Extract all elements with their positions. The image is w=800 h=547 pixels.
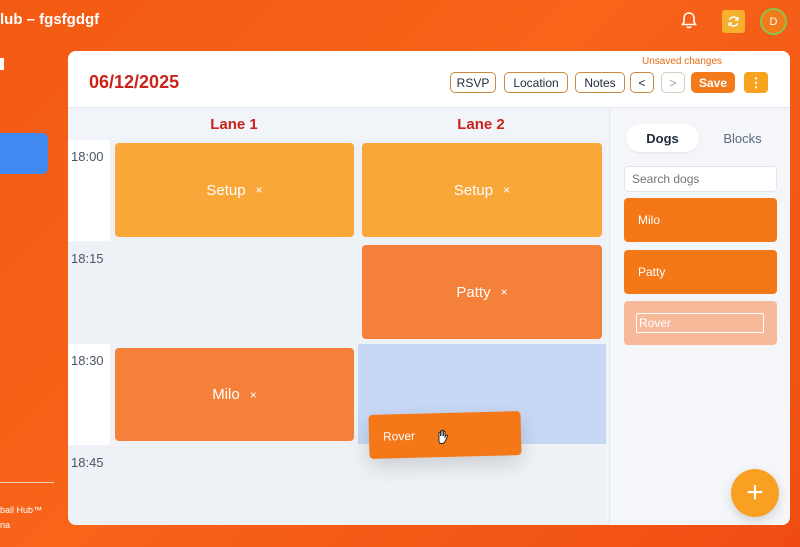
remove-event-icon[interactable]: ×: [503, 183, 510, 197]
location-button[interactable]: Location: [504, 72, 568, 93]
sidebar-fragment: [0, 58, 4, 70]
dog-item-label: Patty: [638, 265, 666, 279]
time-label: 18:45: [71, 455, 104, 470]
schedule-header: 06/12/2025 Unsaved changes RSVP Location…: [68, 51, 790, 108]
event-label: Milo: [212, 386, 240, 403]
time-cell: 18:15: [68, 242, 110, 343]
event-label: Setup: [206, 181, 246, 199]
next-button[interactable]: >: [661, 72, 685, 93]
unsaved-changes-label: Unsaved changes: [642, 56, 723, 67]
prev-button[interactable]: <: [630, 72, 654, 93]
time-cell: 18:45: [68, 446, 110, 525]
add-fab-button[interactable]: +: [731, 469, 779, 517]
event-patty-lane2[interactable]: Patty ×: [362, 245, 602, 339]
time-label: 18:00: [71, 149, 104, 164]
dogs-panel: Dogs Blocks Milo Patty Rover: [609, 108, 790, 525]
event-label: Setup: [453, 181, 494, 199]
dog-item-label: Rover: [636, 313, 764, 333]
dog-item-rover-dragging[interactable]: Rover: [624, 301, 777, 345]
time-row: [110, 446, 606, 525]
app-title: lub – fgsfgdgf: [0, 11, 100, 28]
sidebar-footer-sub: na: [0, 520, 11, 530]
event-setup-lane1[interactable]: Setup ×: [115, 143, 354, 237]
time-cell: 18:30: [68, 344, 110, 445]
dog-item-milo[interactable]: Milo: [624, 198, 777, 242]
bell-icon[interactable]: [679, 11, 699, 31]
tab-blocks[interactable]: Blocks: [706, 124, 779, 152]
more-options-button[interactable]: ⋮: [744, 72, 768, 93]
lane-header-2: Lane 2: [457, 116, 505, 133]
rsvp-button[interactable]: RSVP: [450, 72, 496, 93]
notes-button[interactable]: Notes: [575, 72, 625, 93]
user-avatar[interactable]: D: [760, 8, 787, 35]
sidebar-active-item[interactable]: [0, 133, 48, 174]
save-button[interactable]: Save: [691, 72, 735, 93]
remove-event-icon[interactable]: ×: [501, 285, 508, 299]
time-label: 18:15: [71, 251, 104, 266]
sync-button[interactable]: [722, 10, 745, 33]
remove-event-icon[interactable]: ×: [256, 183, 263, 197]
panel-tabs: Dogs Blocks: [626, 124, 776, 152]
schedule-card: 06/12/2025 Unsaved changes RSVP Location…: [68, 51, 790, 525]
event-setup-lane2[interactable]: Setup ×: [362, 143, 602, 237]
dog-item-label: Milo: [638, 213, 661, 227]
search-dogs-input[interactable]: [624, 166, 777, 192]
lane-header-1: Lane 1: [210, 116, 258, 133]
dragging-dog-label: Rover: [382, 428, 416, 444]
tab-dogs[interactable]: Dogs: [626, 124, 699, 152]
dog-item-patty[interactable]: Patty: [624, 250, 777, 294]
event-label: Patty: [456, 283, 491, 301]
time-cell: 18:00: [68, 140, 110, 241]
sidebar-footer-brand: ball Hub™: [0, 505, 43, 515]
remove-event-icon[interactable]: ×: [250, 388, 257, 402]
event-milo-lane1[interactable]: Milo ×: [115, 348, 354, 441]
grab-cursor-icon: [438, 429, 448, 444]
time-label: 18:30: [71, 353, 104, 368]
sidebar-divider: [0, 482, 54, 483]
schedule-date: 06/12/2025: [89, 72, 180, 92]
sync-icon: [728, 16, 739, 27]
